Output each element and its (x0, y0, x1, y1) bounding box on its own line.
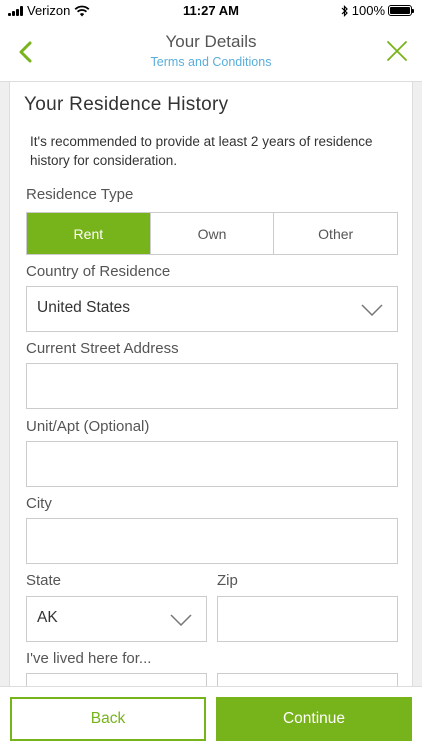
state-value: AK (37, 609, 58, 626)
status-bar: Verizon 11:27 AM 100% (0, 0, 422, 22)
unit-label: Unit/Apt (Optional) (26, 418, 150, 435)
residence-type-label: Residence Type (26, 186, 134, 203)
close-icon[interactable] (386, 40, 408, 62)
street-label: Current Street Address (26, 340, 179, 357)
city-input[interactable] (26, 518, 398, 564)
unit-input[interactable] (26, 441, 398, 487)
bluetooth-icon (341, 4, 348, 17)
back-button[interactable]: Back (10, 697, 206, 741)
footer-bar: Back Continue (0, 686, 422, 750)
battery-icon (388, 5, 414, 16)
nav-bar: Your Details Terms and Conditions (0, 22, 422, 82)
state-label: State (26, 572, 62, 589)
duration-label: I've lived here for... (26, 650, 152, 667)
street-input[interactable] (26, 363, 398, 409)
battery-percent: 100% (351, 3, 385, 18)
zip-label: Zip (217, 572, 238, 589)
city-label: City (26, 495, 52, 512)
page-title: Your Details (165, 32, 257, 51)
continue-button[interactable]: Continue (216, 697, 412, 741)
section-heading: Your Residence History (24, 94, 229, 115)
country-label: Country of Residence (26, 263, 171, 280)
residence-type-selector: Rent Own Other (26, 212, 398, 255)
zip-input[interactable] (217, 596, 398, 642)
country-value: United States (37, 299, 131, 316)
terms-link[interactable]: Terms and Conditions (0, 55, 422, 69)
residence-type-other[interactable]: Other (273, 213, 397, 254)
chevron-down-icon (170, 614, 192, 626)
intro-text: It's recommended to provide at least 2 y… (30, 134, 373, 168)
chevron-down-icon (361, 304, 383, 316)
residence-type-own[interactable]: Own (149, 213, 274, 254)
residence-form: Your Residence History It's recommended … (9, 82, 413, 692)
state-select[interactable]: AK (26, 596, 207, 642)
country-select[interactable]: United States (26, 286, 398, 332)
residence-type-rent[interactable]: Rent (27, 213, 150, 254)
